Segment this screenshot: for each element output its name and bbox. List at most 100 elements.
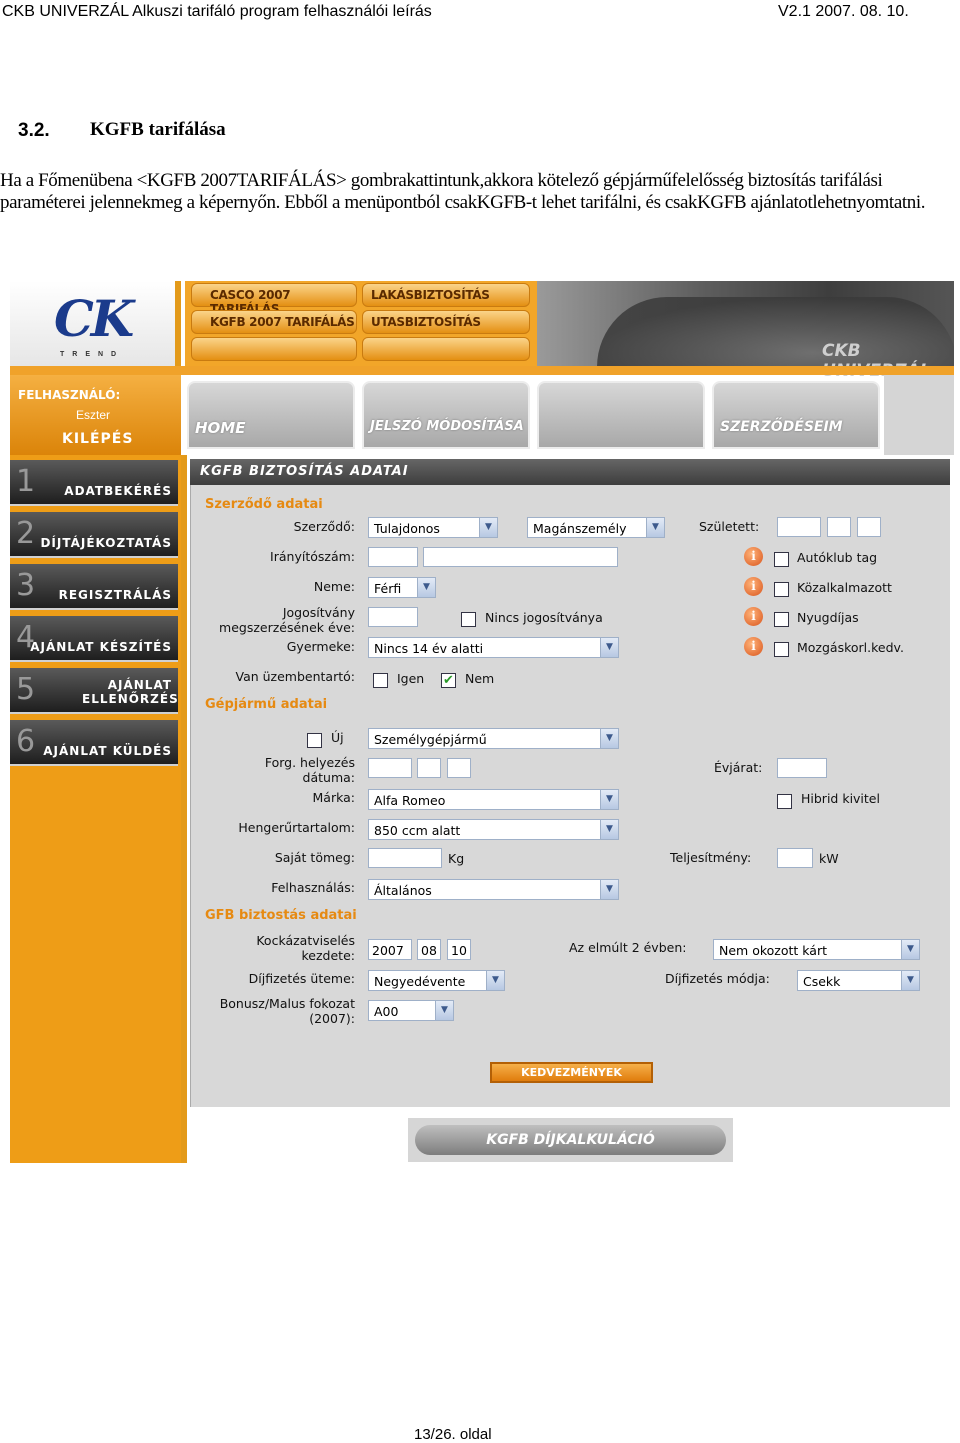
logo-subtitle: TREND <box>60 351 125 358</box>
payment-frequency-label: Díjfizetés üteme: <box>248 971 355 986</box>
info-icon[interactable]: i <box>744 577 763 596</box>
step-1[interactable]: 1 ADATBEKÉRÉS <box>10 460 178 506</box>
weight-unit: Kg <box>448 851 465 866</box>
step-3[interactable]: 3 REGISZTRÁLÁS <box>10 564 178 610</box>
payment-method-value: Csekk <box>803 974 841 989</box>
vehicle-type-select[interactable]: Személygépjármű ▼ <box>368 728 619 749</box>
usage-select[interactable]: Általános ▼ <box>368 879 619 900</box>
new-vehicle-checkbox[interactable] <box>307 733 322 748</box>
model-year-label: Évjárat: <box>714 760 763 775</box>
person-type-value: Magánszemély <box>533 521 627 536</box>
nyugdijas-checkbox[interactable] <box>774 612 789 627</box>
engine-select[interactable]: 850 ccm alatt ▼ <box>368 819 619 840</box>
header-banner: CKB UNIVERZÁL <box>537 281 954 381</box>
usage-value: Általános <box>374 883 432 898</box>
license-year-input[interactable] <box>368 607 418 627</box>
past-claims-label: Az elmúlt 2 évben: <box>569 940 687 955</box>
risk-year-input[interactable]: 2007 <box>368 939 412 960</box>
logo-area: CK TREND <box>10 281 181 366</box>
operator-no-checkbox[interactable] <box>441 672 456 688</box>
autoklub-label: Autóklub tag <box>797 550 878 565</box>
info-icon[interactable]: i <box>744 637 763 656</box>
info-icon[interactable]: i <box>744 547 763 566</box>
operator-yes-checkbox[interactable] <box>373 673 388 688</box>
section-vehicle: Gépjármű adatai <box>205 697 328 712</box>
nav-contracts[interactable]: SZERZŐDÉSEIM <box>712 381 880 449</box>
power-input[interactable] <box>777 848 813 868</box>
step-label: ADATBEKÉRÉS <box>64 484 172 498</box>
section-title: KGFB tarifálása <box>90 119 226 140</box>
chevron-down-icon: ▼ <box>600 638 618 657</box>
document-header-version: V2.1 2007. 08. 10. <box>778 3 909 20</box>
chevron-down-icon: ▼ <box>600 729 618 748</box>
payment-frequency-select[interactable]: Negyedévente ▼ <box>368 970 505 991</box>
calculate-premium-button[interactable]: KGFB DÍJKALKULÁCIÓ <box>415 1125 726 1155</box>
section-number: 3.2. <box>18 120 50 141</box>
app-screenshot: CK TREND CASCO 2007 TARIFÁLÁS LAKÁSBIZTO… <box>10 281 954 1163</box>
menu-lakas[interactable]: LAKÁSBIZTOSÍTÁS <box>362 283 530 307</box>
step-4[interactable]: 4 AJÁNLAT KÉSZÍTÉS <box>10 616 178 662</box>
weight-input[interactable] <box>368 848 442 868</box>
risk-year-value: 2007 <box>372 943 404 958</box>
nav-home[interactable]: HOME <box>187 381 355 449</box>
operator-yes-label: Igen <box>397 671 425 686</box>
chevron-down-icon: ▼ <box>646 518 664 537</box>
brand-select[interactable]: Alfa Romeo ▼ <box>368 789 619 810</box>
bonus-select[interactable]: A00 ▼ <box>368 1000 454 1021</box>
step-number: 3 <box>16 568 36 603</box>
payment-method-select[interactable]: Csekk ▼ <box>797 970 920 991</box>
step-label: REGISZTRÁLÁS <box>58 588 172 602</box>
document-header-title: CKB UNIVERZÁL Alkuszi tarifáló program f… <box>2 3 432 20</box>
children-select[interactable]: Nincs 14 év alatti ▼ <box>368 637 619 658</box>
risk-month-input[interactable]: 08 <box>417 939 441 960</box>
risk-day-value: 10 <box>451 943 467 958</box>
chevron-down-icon: ▼ <box>600 820 618 839</box>
gender-select[interactable]: Férfi ▼ <box>368 577 436 598</box>
hybrid-checkbox[interactable] <box>777 794 792 809</box>
logout-button[interactable]: KILÉPÉS <box>62 431 133 447</box>
autoklub-checkbox[interactable] <box>774 552 789 567</box>
no-license-label: Nincs jogosítványa <box>485 610 603 625</box>
nav-password[interactable]: JELSZÓ MÓDOSÍTÁSA <box>362 381 530 449</box>
menu-casco[interactable]: CASCO 2007 TARIFÁLÁS <box>191 283 357 316</box>
person-type-select[interactable]: Magánszemély ▼ <box>527 517 665 538</box>
kozalk-checkbox[interactable] <box>774 582 789 597</box>
operator-no-label: Nem <box>465 671 495 686</box>
chevron-down-icon: ▼ <box>435 1001 453 1020</box>
discounts-button[interactable]: KEDVEZMÉNYEK <box>490 1062 653 1083</box>
mozgaskorl-label: Mozgáskorl.kedv. <box>797 640 904 655</box>
city-input[interactable] <box>423 547 618 567</box>
usage-label: Felhasználás: <box>271 880 355 895</box>
mozgaskorl-checkbox[interactable] <box>774 642 789 657</box>
menu-utas[interactable]: UTASBIZTOSÍTÁS <box>362 310 530 334</box>
risk-day-input[interactable]: 10 <box>447 939 471 960</box>
contractor-select[interactable]: Tulajdonos ▼ <box>368 517 498 538</box>
chevron-down-icon: ▼ <box>901 940 919 959</box>
step-number: 2 <box>16 516 36 551</box>
step-label: AJÁNLAT ELLENŐRZÉS <box>82 678 179 706</box>
menu-kgfb[interactable]: KGFB 2007 TARIFÁLÁS <box>191 310 357 334</box>
nyugdijas-label: Nyugdíjas <box>797 610 859 625</box>
reg-year-input[interactable] <box>368 758 412 778</box>
past-claims-select[interactable]: Nem okozott kárt ▼ <box>713 939 920 960</box>
step-6[interactable]: 6 AJÁNLAT KÜLDÉS <box>10 720 178 766</box>
reg-month-input[interactable] <box>417 758 441 778</box>
step-2[interactable]: 2 DÍJTÁJÉKOZTATÁS <box>10 512 178 558</box>
birth-day-input[interactable] <box>857 517 881 537</box>
step-number: 5 <box>16 672 36 707</box>
section-contractor: Szerződő adatai <box>205 497 323 512</box>
page-number: 13/26. oldal <box>414 1426 492 1443</box>
intro-paragraph: Ha a Főmenübena <KGFB 2007TARIFÁLÁS> gom… <box>0 170 926 213</box>
no-license-checkbox[interactable] <box>461 612 476 627</box>
reg-day-input[interactable] <box>447 758 471 778</box>
model-year-input[interactable] <box>777 758 827 778</box>
birth-month-input[interactable] <box>827 517 851 537</box>
children-value: Nincs 14 év alatti <box>374 641 484 656</box>
birth-year-input[interactable] <box>777 517 821 537</box>
info-icon[interactable]: i <box>744 607 763 626</box>
payment-method-label: Díjfizetés módja: <box>665 971 770 986</box>
zip-input[interactable] <box>368 547 418 567</box>
payment-frequency-value: Negyedévente <box>374 974 466 989</box>
power-unit: kW <box>819 851 839 866</box>
step-5[interactable]: 5 AJÁNLAT ELLENŐRZÉS <box>10 668 178 714</box>
